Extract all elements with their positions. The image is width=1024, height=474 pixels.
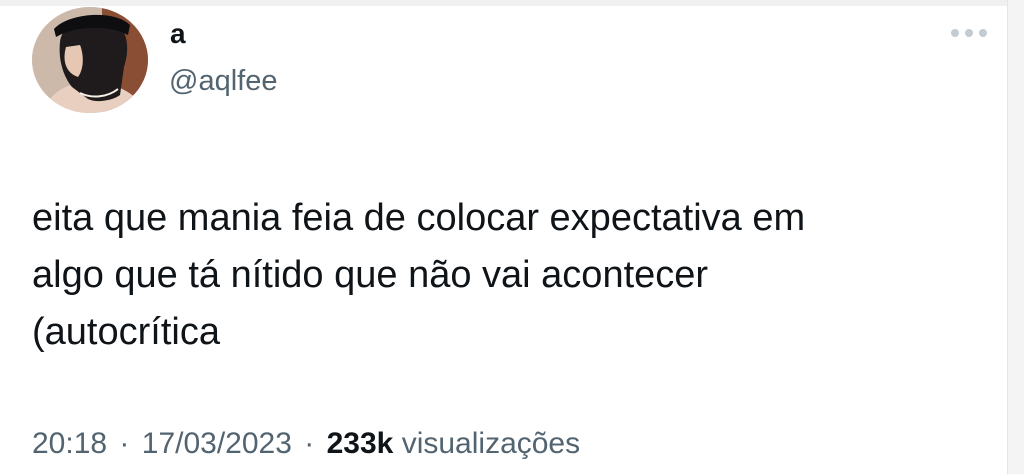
tweet-card: a @aqlfee eita que mania feia de colocar… (0, 0, 1007, 474)
tweet-meta: 20:18 · 17/03/2023 · 233k visualizações (32, 424, 580, 464)
display-name[interactable]: a (170, 18, 186, 50)
tweet-text: eita que mania feia de colocar expectati… (32, 197, 806, 353)
tweet-date[interactable]: 17/03/2023 (142, 427, 292, 460)
meta-separator: · (119, 427, 130, 460)
views-count[interactable]: 233k (327, 427, 394, 460)
avatar[interactable] (32, 7, 148, 113)
right-edge (1007, 0, 1024, 474)
top-edge (0, 0, 1007, 6)
more-options-button[interactable] (947, 22, 991, 44)
user-handle[interactable]: @aqlfee (169, 64, 277, 98)
views-label: visualizações (401, 427, 581, 460)
tweet-time[interactable]: 20:18 (32, 427, 107, 460)
meta-separator: · (304, 427, 315, 460)
more-horizontal-icon (951, 29, 987, 37)
avatar-photo (32, 7, 148, 113)
